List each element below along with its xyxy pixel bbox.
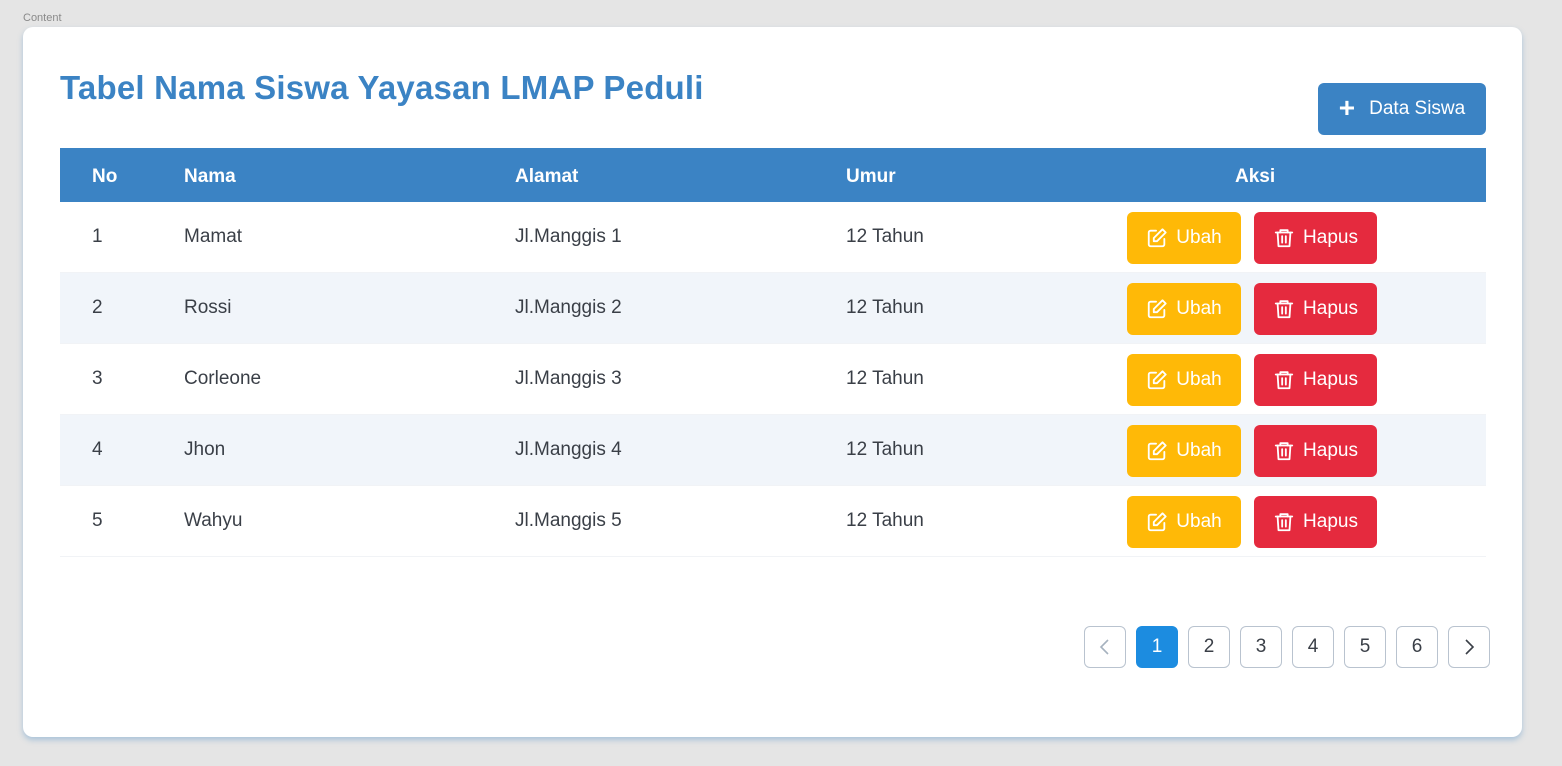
page-button-3[interactable]: 3	[1240, 626, 1282, 668]
chevron-left-icon	[1098, 638, 1112, 656]
cell-no: 1	[92, 226, 103, 247]
delete-button[interactable]: Hapus	[1254, 425, 1377, 477]
edit-icon	[1146, 369, 1168, 391]
cell-alamat: Jl.Manggis 4	[515, 439, 622, 460]
delete-button[interactable]: Hapus	[1254, 354, 1377, 406]
edit-button[interactable]: Ubah	[1127, 354, 1241, 406]
edit-label: Ubah	[1176, 511, 1222, 532]
cell-umur: 12 Tahun	[846, 297, 924, 318]
page-button-4[interactable]: 4	[1292, 626, 1334, 668]
edit-label: Ubah	[1176, 369, 1222, 390]
header-alamat: Alamat	[515, 166, 579, 187]
edit-label: Ubah	[1176, 298, 1222, 319]
students-table: No Nama Alamat Umur Aksi 1 Mamat Jl.Manggi…	[60, 148, 1486, 557]
page-button-2[interactable]: 2	[1188, 626, 1230, 668]
table-row: 3 Corleone Jl.Manggis 3 12 Tahun Ubah Hapus	[60, 344, 1486, 415]
edit-label: Ubah	[1176, 440, 1222, 461]
trash-icon	[1273, 227, 1295, 249]
add-student-label: Data Siswa	[1369, 98, 1466, 119]
table-header: No Nama Alamat Umur Aksi	[60, 148, 1486, 202]
header-nama: Nama	[184, 166, 236, 187]
prev-page-button[interactable]	[1084, 626, 1126, 668]
cell-alamat: Jl.Manggis 2	[515, 297, 622, 318]
delete-label: Hapus	[1303, 227, 1358, 248]
edit-label: Ubah	[1176, 227, 1222, 248]
delete-label: Hapus	[1303, 511, 1358, 532]
delete-button[interactable]: Hapus	[1254, 283, 1377, 335]
add-student-button[interactable]: + Data Siswa	[1318, 83, 1486, 135]
next-page-button[interactable]	[1448, 626, 1490, 668]
cell-no: 2	[92, 297, 103, 318]
cell-no: 3	[92, 368, 103, 389]
table-body: 1 Mamat Jl.Manggis 1 12 Tahun Ubah Hapus 2 Ross…	[60, 202, 1486, 557]
cell-umur: 12 Tahun	[846, 439, 924, 460]
cell-umur: 12 Tahun	[846, 226, 924, 247]
page-button-6[interactable]: 6	[1396, 626, 1438, 668]
delete-button[interactable]: Hapus	[1254, 212, 1377, 264]
table-row: 5 Wahyu Jl.Manggis 5 12 Tahun Ubah Hapus	[60, 486, 1486, 557]
edit-button[interactable]: Ubah	[1127, 496, 1241, 548]
frame-label: Content	[23, 12, 62, 24]
chevron-right-icon	[1462, 638, 1476, 656]
edit-icon	[1146, 298, 1168, 320]
cell-alamat: Jl.Manggis 3	[515, 368, 622, 389]
delete-button[interactable]: Hapus	[1254, 496, 1377, 548]
header-no: No	[92, 166, 118, 187]
trash-icon	[1273, 440, 1295, 462]
edit-button[interactable]: Ubah	[1127, 425, 1241, 477]
table-row: 1 Mamat Jl.Manggis 1 12 Tahun Ubah Hapus	[60, 202, 1486, 273]
cell-alamat: Jl.Manggis 5	[515, 510, 622, 531]
page-button-1[interactable]: 1	[1136, 626, 1178, 668]
edit-icon	[1146, 511, 1168, 533]
cell-nama: Wahyu	[184, 510, 243, 531]
content-card: Tabel Nama Siswa Yayasan LMAP Peduli + D…	[23, 27, 1522, 737]
table-row: 2 Rossi Jl.Manggis 2 12 Tahun Ubah Hapus	[60, 273, 1486, 344]
cell-nama: Mamat	[184, 226, 243, 247]
cell-alamat: Jl.Manggis 1	[515, 226, 622, 247]
page-title: Tabel Nama Siswa Yayasan LMAP Peduli	[60, 69, 704, 106]
delete-label: Hapus	[1303, 369, 1358, 390]
page-button-5[interactable]: 5	[1344, 626, 1386, 668]
cell-nama: Rossi	[184, 297, 232, 318]
edit-button[interactable]: Ubah	[1127, 212, 1241, 264]
delete-label: Hapus	[1303, 298, 1358, 319]
edit-button[interactable]: Ubah	[1127, 283, 1241, 335]
trash-icon	[1273, 298, 1295, 320]
edit-icon	[1146, 227, 1168, 249]
header-aksi: Aksi	[1235, 166, 1276, 187]
trash-icon	[1273, 511, 1295, 533]
edit-icon	[1146, 440, 1168, 462]
cell-no: 5	[92, 510, 103, 531]
cell-nama: Corleone	[184, 368, 262, 389]
cell-umur: 12 Tahun	[846, 368, 924, 389]
trash-icon	[1273, 369, 1295, 391]
plus-icon: +	[1338, 91, 1356, 123]
delete-label: Hapus	[1303, 440, 1358, 461]
cell-no: 4	[92, 439, 103, 460]
cell-nama: Jhon	[184, 439, 226, 460]
pagination: 123456	[1084, 626, 1490, 668]
table-row: 4 Jhon Jl.Manggis 4 12 Tahun Ubah Hapus	[60, 415, 1486, 486]
cell-umur: 12 Tahun	[846, 510, 924, 531]
header-umur: Umur	[846, 166, 896, 187]
